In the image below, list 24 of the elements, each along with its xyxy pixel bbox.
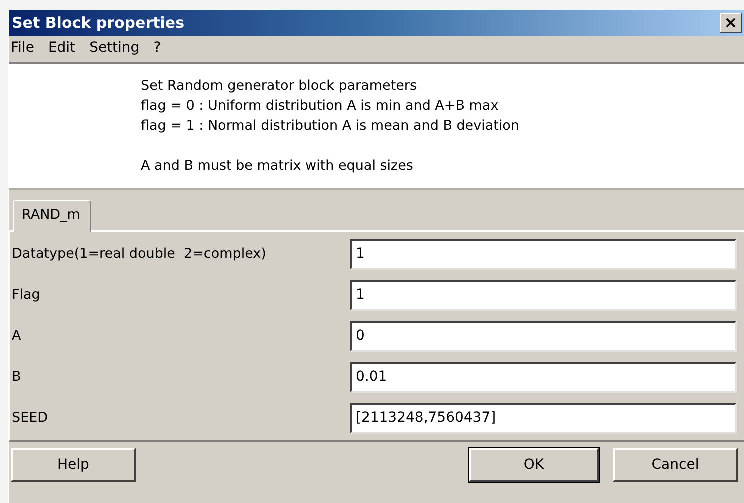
help-button[interactable]: Help xyxy=(11,448,136,482)
menu-item[interactable]: File xyxy=(11,40,34,56)
close-button[interactable]: × xyxy=(720,13,742,33)
window-title: Set Block properties xyxy=(12,14,184,32)
description-line: Set Random generator block parameters xyxy=(141,77,418,96)
dialog-button[interactable]: OK xyxy=(469,448,599,482)
description-line: flag = 1 : Normal distribution A is mean and B deviation xyxy=(141,117,520,136)
field-label: A xyxy=(12,328,22,344)
tab[interactable]: RAND_m xyxy=(13,200,92,232)
input-field[interactable]: 0.01 xyxy=(350,362,737,392)
description-line: flag = 0 : Uniform distribution A is min and A+B max xyxy=(141,97,500,116)
field-label: SEED xyxy=(12,410,50,426)
input-field[interactable]: 1 xyxy=(350,238,737,270)
menu-item[interactable]: Edit xyxy=(48,40,76,56)
menu-item[interactable]: Setting xyxy=(90,40,140,56)
input-field[interactable]: [2113248,7560437] xyxy=(350,402,737,434)
input-field[interactable]: 1 xyxy=(350,280,737,310)
field-label: Flag xyxy=(12,287,42,303)
dialog-button[interactable]: Cancel xyxy=(613,448,738,482)
field-label: Datatype(1=real double 2=complex) xyxy=(12,246,268,262)
input-field[interactable]: 0 xyxy=(350,320,737,352)
field-label: B xyxy=(12,369,22,385)
menu-item[interactable]: ? xyxy=(154,40,162,56)
description-line: A and B must be matrix with equal sizes xyxy=(141,157,414,176)
